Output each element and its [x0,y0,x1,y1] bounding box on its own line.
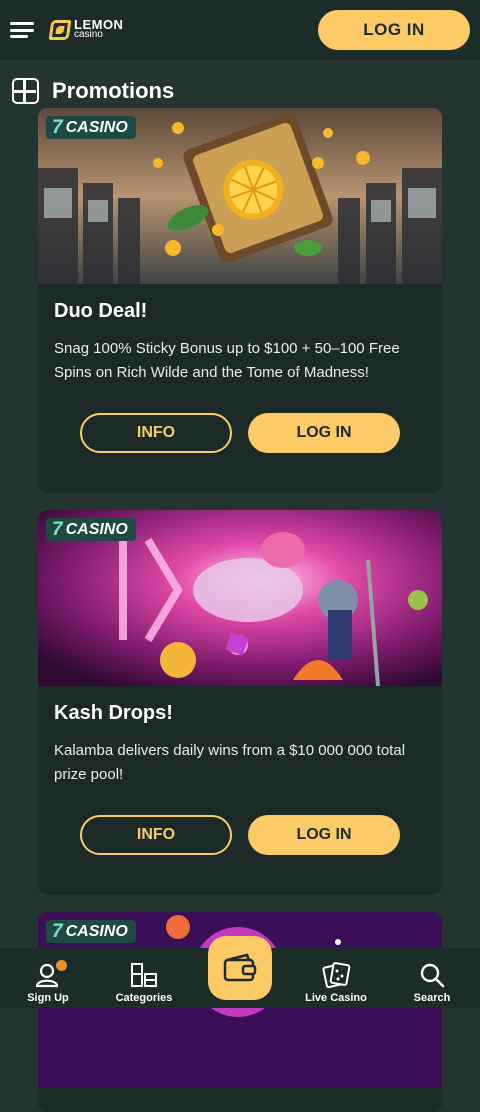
nav-categories[interactable]: Categories [96,948,192,1008]
casino-badge: 7 CASINO [46,920,136,943]
casino-badge: 7 CASINO [46,518,136,541]
promotions-heading: Promotions [12,78,174,104]
nav-label-sign-up: Sign Up [27,992,69,1004]
lemon-casino-logo[interactable]: LEMON casino [48,18,123,40]
header-login-button[interactable]: LOG IN [318,10,470,50]
notification-dot [56,960,67,971]
page-title: Promotions [52,78,175,103]
wallet-icon [223,953,257,982]
promotion-title: Duo Deal! [54,300,148,322]
info-button[interactable]: INFO [80,815,232,855]
promotion-description: Snag 100% Sticky Bonus up to $100 + 50–1… [54,340,400,381]
bottom-navigation: Sign Up Categories Live Casino Search [0,936,480,1008]
seven-icon: 7 [52,518,63,540]
info-button[interactable]: INFO [80,413,232,453]
cards-icon [322,962,351,988]
lemon-logo-icon [48,20,72,40]
wallet-button[interactable] [208,936,272,1000]
login-button[interactable]: LOG IN [248,413,400,453]
promotion-image-kash-drops: 7 CASINO [38,510,442,686]
seven-icon: 7 [52,920,63,942]
promotions-icon [12,78,39,104]
nav-label-live-casino: Live Casino [305,992,367,1004]
promotion-card-duo-deal: 7 CASINO Duo Deal! Snag 100% Sticky Bonu… [38,108,442,493]
nav-label-search: Search [413,992,451,1004]
promotion-title: Kash Drops! [54,702,173,724]
search-icon [420,963,445,988]
hamburger-menu-icon[interactable] [10,20,36,40]
nav-wallet[interactable] [192,936,288,1008]
top-header: LEMON casino LOG IN [0,0,480,60]
login-button[interactable]: LOG IN [248,815,400,855]
nav-sign-up[interactable]: Sign Up [0,948,96,1008]
promotion-description: Kalamba delivers daily wins from a $10 0… [54,742,406,783]
promotion-card-kash-drops: 7 CASINO Kash Drops! Kalamba delivers da… [38,510,442,895]
badge-label: CASINO [65,118,128,136]
casino-badge: 7 CASINO [46,116,136,139]
nav-live-casino[interactable]: Live Casino [288,948,384,1008]
badge-label: CASINO [65,520,128,538]
grid-icon [131,963,157,987]
badge-label: CASINO [65,922,128,940]
seven-icon: 7 [52,116,63,138]
nav-search[interactable]: Search [384,948,480,1008]
nav-label-categories: Categories [115,992,173,1004]
promotion-image-duo-deal: 7 CASINO [38,108,442,284]
